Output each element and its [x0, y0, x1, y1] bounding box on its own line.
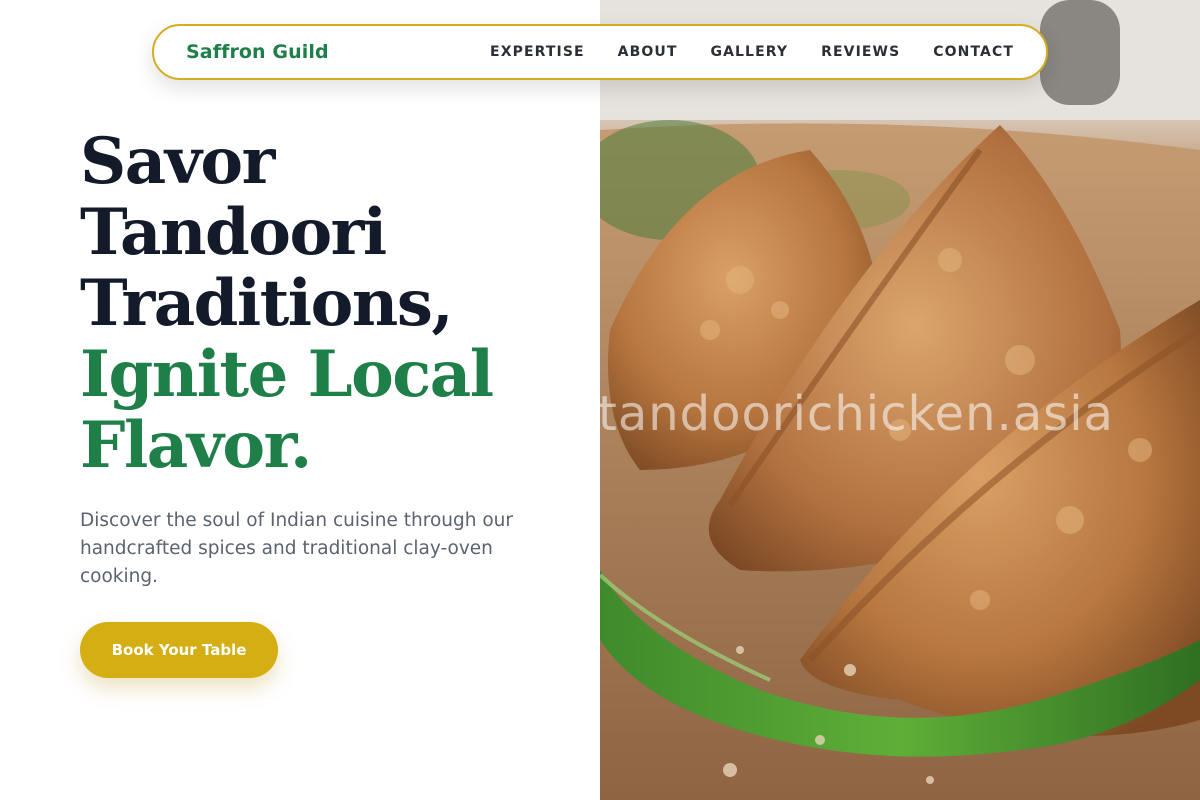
hero-title-line: Traditions, — [80, 266, 454, 341]
brand-logo[interactable]: Saffron Guild — [186, 41, 329, 63]
hero-image: tandoorichicken.asia — [600, 0, 1200, 800]
image-watermark: tandoorichicken.asia — [600, 386, 1114, 442]
hero-title-line: Tandoori — [80, 195, 387, 270]
top-nav: Saffron Guild EXPERTISE ABOUT GALLERY RE… — [152, 24, 1048, 80]
hero-title-highlight-line: Ignite Local — [80, 337, 494, 412]
nav-link-about[interactable]: ABOUT — [618, 44, 678, 60]
hero-description: Discover the soul of Indian cuisine thro… — [80, 510, 514, 587]
hero-title: Savor Tandoori Traditions, Ignite Local … — [80, 126, 600, 481]
nav-link-gallery[interactable]: GALLERY — [711, 44, 789, 60]
nav-link-expertise[interactable]: EXPERTISE — [490, 44, 585, 60]
nav-links: EXPERTISE ABOUT GALLERY REVIEWS CONTACT — [457, 44, 1014, 60]
hero-title-highlight-line: Flavor. — [80, 408, 312, 483]
book-table-button[interactable]: Book Your Table — [80, 622, 278, 678]
hero-title-line: Savor — [80, 124, 275, 199]
nav-link-contact[interactable]: CONTACT — [933, 44, 1014, 60]
nav-link-reviews[interactable]: REVIEWS — [821, 44, 900, 60]
